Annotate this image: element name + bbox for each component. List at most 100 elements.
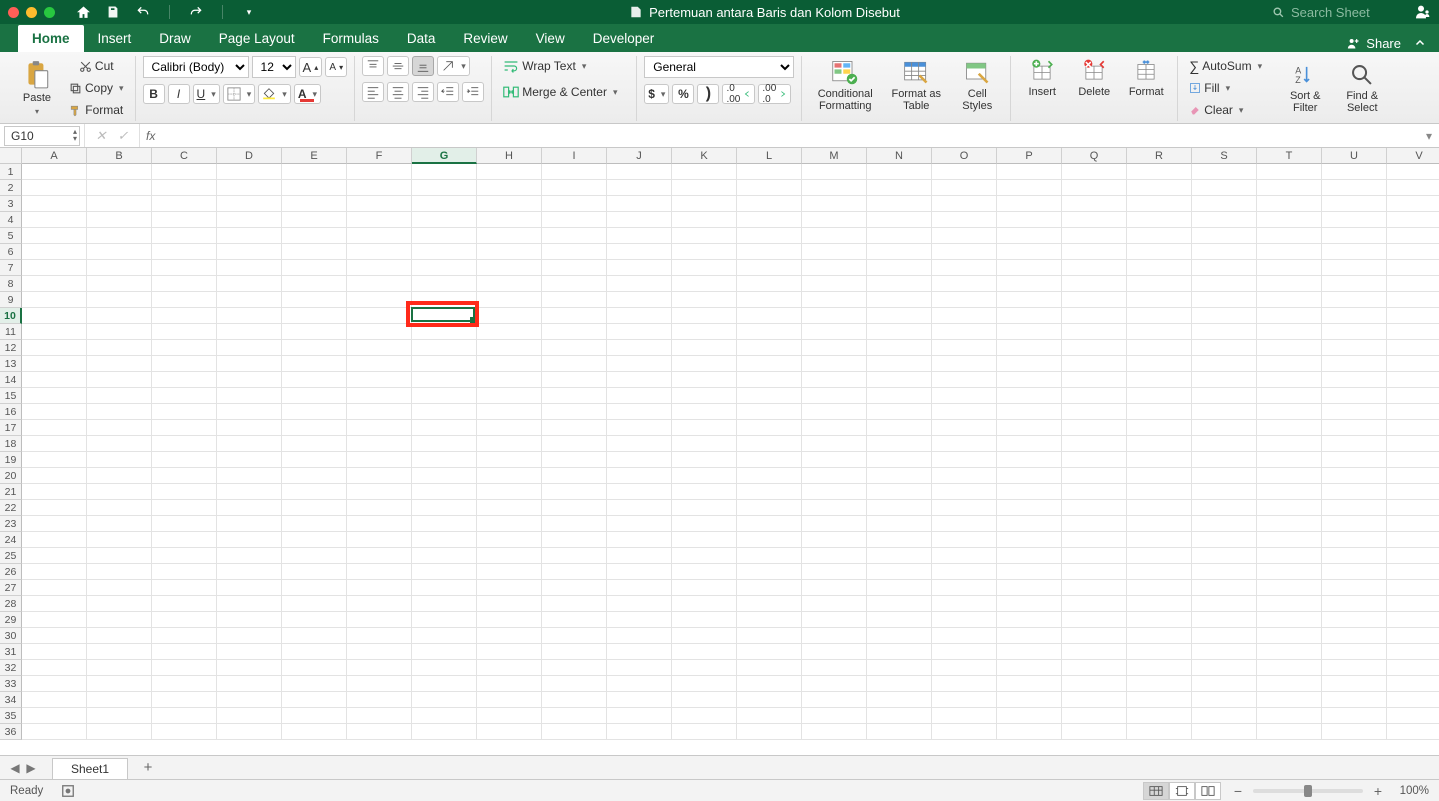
increase-font-button[interactable]: A▴ <box>299 57 323 77</box>
tab-view[interactable]: View <box>522 25 579 52</box>
cell[interactable] <box>1127 612 1192 628</box>
cell[interactable] <box>87 532 152 548</box>
tab-data[interactable]: Data <box>393 25 450 52</box>
cell[interactable] <box>737 180 802 196</box>
cell[interactable] <box>217 324 282 340</box>
cell[interactable] <box>1322 500 1387 516</box>
cell[interactable] <box>802 260 867 276</box>
cell[interactable] <box>1322 260 1387 276</box>
cell[interactable] <box>217 644 282 660</box>
cell[interactable] <box>1127 372 1192 388</box>
cell[interactable] <box>867 180 932 196</box>
cell[interactable] <box>347 692 412 708</box>
cell[interactable] <box>1387 340 1439 356</box>
cell[interactable] <box>152 276 217 292</box>
cell[interactable] <box>932 452 997 468</box>
cell[interactable] <box>607 628 672 644</box>
cell[interactable] <box>867 164 932 180</box>
cell[interactable] <box>867 612 932 628</box>
row-header[interactable]: 16 <box>0 404 22 420</box>
percent-format-button[interactable]: % <box>672 84 694 104</box>
cell[interactable] <box>802 500 867 516</box>
tab-developer[interactable]: Developer <box>579 25 669 52</box>
cell[interactable] <box>1387 180 1439 196</box>
redo-icon[interactable] <box>188 4 204 20</box>
cell[interactable] <box>1257 724 1322 740</box>
cell[interactable] <box>1192 324 1257 340</box>
cell-styles-button[interactable]: Cell Styles <box>951 56 1003 114</box>
cell[interactable] <box>1192 660 1257 676</box>
cell[interactable] <box>737 596 802 612</box>
tab-home[interactable]: Home <box>18 25 84 52</box>
cell[interactable] <box>87 260 152 276</box>
cell[interactable] <box>282 644 347 660</box>
cell[interactable] <box>282 212 347 228</box>
cell[interactable] <box>737 340 802 356</box>
cell[interactable] <box>1062 276 1127 292</box>
cell[interactable] <box>1062 660 1127 676</box>
cell[interactable] <box>1192 724 1257 740</box>
cell[interactable] <box>997 612 1062 628</box>
cell[interactable] <box>997 260 1062 276</box>
cell[interactable] <box>477 436 542 452</box>
cell[interactable] <box>1127 564 1192 580</box>
cell[interactable] <box>802 388 867 404</box>
cell[interactable] <box>152 612 217 628</box>
account-icon[interactable] <box>1415 4 1431 20</box>
column-header[interactable]: P <box>997 148 1062 164</box>
tab-page-layout[interactable]: Page Layout <box>205 25 309 52</box>
cell[interactable] <box>802 724 867 740</box>
zoom-level-label[interactable]: 100% <box>1393 785 1429 797</box>
cell[interactable] <box>542 500 607 516</box>
cell[interactable] <box>1257 516 1322 532</box>
cell[interactable] <box>672 420 737 436</box>
cell[interactable] <box>1062 500 1127 516</box>
cell[interactable] <box>22 516 87 532</box>
cell[interactable] <box>997 244 1062 260</box>
cell[interactable] <box>1062 164 1127 180</box>
cell[interactable] <box>867 692 932 708</box>
sort-filter-button[interactable]: AZSort & Filter <box>1279 60 1331 116</box>
cell[interactable] <box>1322 244 1387 260</box>
cell[interactable] <box>1062 708 1127 724</box>
cell[interactable] <box>867 564 932 580</box>
cell[interactable] <box>802 564 867 580</box>
row-header[interactable]: 24 <box>0 532 22 548</box>
cell[interactable] <box>1387 212 1439 228</box>
cell[interactable] <box>477 212 542 228</box>
cell[interactable] <box>997 564 1062 580</box>
cell[interactable] <box>802 356 867 372</box>
row-header[interactable]: 14 <box>0 372 22 388</box>
cell[interactable] <box>1387 724 1439 740</box>
cell[interactable] <box>217 500 282 516</box>
cell[interactable] <box>1127 660 1192 676</box>
cell[interactable] <box>1257 612 1322 628</box>
cell[interactable] <box>1127 580 1192 596</box>
cell[interactable] <box>997 468 1062 484</box>
cell[interactable] <box>1192 292 1257 308</box>
cell[interactable] <box>412 164 477 180</box>
cell[interactable] <box>932 196 997 212</box>
cell[interactable] <box>1387 532 1439 548</box>
cell[interactable] <box>1192 244 1257 260</box>
cell[interactable] <box>1257 500 1322 516</box>
cell[interactable] <box>1257 468 1322 484</box>
cell[interactable] <box>1257 628 1322 644</box>
cell[interactable] <box>347 420 412 436</box>
cell[interactable] <box>412 516 477 532</box>
cell[interactable] <box>932 180 997 196</box>
cell[interactable] <box>1257 212 1322 228</box>
cell[interactable] <box>1257 164 1322 180</box>
cell[interactable] <box>607 244 672 260</box>
cell[interactable] <box>737 196 802 212</box>
cell[interactable] <box>217 516 282 532</box>
row-header[interactable]: 13 <box>0 356 22 372</box>
cell[interactable] <box>997 596 1062 612</box>
cell[interactable] <box>867 660 932 676</box>
cell[interactable] <box>737 564 802 580</box>
cell[interactable] <box>412 212 477 228</box>
cell[interactable] <box>802 340 867 356</box>
cell[interactable] <box>607 196 672 212</box>
cell[interactable] <box>932 484 997 500</box>
cell[interactable] <box>867 228 932 244</box>
